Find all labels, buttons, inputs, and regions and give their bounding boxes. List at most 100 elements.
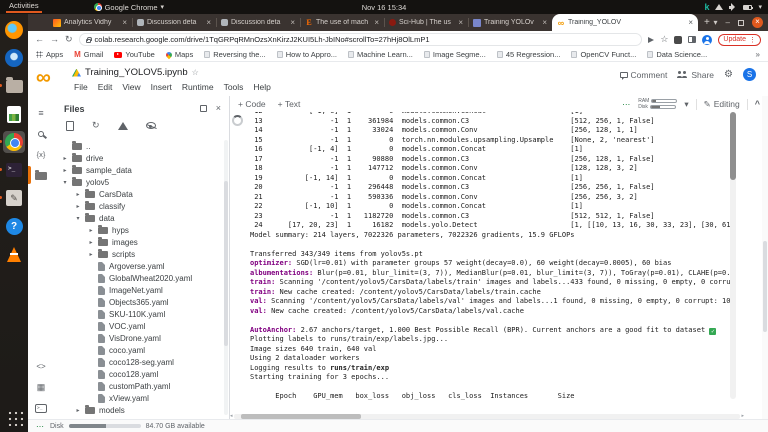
- tree-item-data[interactable]: ▾data: [54, 212, 223, 224]
- clock[interactable]: Nov 16 15:34: [362, 3, 407, 12]
- editing-mode-button[interactable]: ✎ Editing: [704, 99, 740, 110]
- tree-item-voc-yaml[interactable]: VOC.yaml: [54, 320, 223, 332]
- tree-item-sku-110k-yaml[interactable]: SKU-110K.yaml: [54, 308, 223, 320]
- files-scrollbar[interactable]: [224, 140, 228, 415]
- lock-icon[interactable]: [86, 39, 91, 43]
- tree-item-custompath-yaml[interactable]: customPath.yaml: [54, 380, 223, 392]
- tab-close-icon[interactable]: ×: [374, 18, 379, 27]
- profile-avatar[interactable]: [702, 35, 712, 45]
- hide-files-icon[interactable]: [146, 122, 156, 129]
- tree-item-coco-yaml[interactable]: coco.yaml: [54, 344, 223, 356]
- chevron-right-icon[interactable]: ▸: [88, 239, 94, 246]
- refresh-icon[interactable]: ↻: [92, 120, 100, 131]
- maximize-button[interactable]: [738, 20, 744, 26]
- menu-tools[interactable]: Tools: [224, 82, 244, 92]
- upload-icon[interactable]: [66, 121, 74, 131]
- sidebar-code-snippets-icon[interactable]: <>: [28, 356, 54, 377]
- menu-view[interactable]: View: [122, 82, 140, 92]
- menu-file[interactable]: File: [74, 82, 88, 92]
- tab-close-icon[interactable]: ×: [290, 18, 295, 27]
- tab-search-caret-icon[interactable]: ▾: [714, 18, 718, 27]
- sidebar-files-icon[interactable]: [28, 165, 54, 186]
- dock-item-libreoffice-calc[interactable]: [3, 103, 25, 125]
- browser-tab[interactable]: ∞Training_YOLOV×: [552, 14, 698, 31]
- dock-item-chrome[interactable]: [3, 131, 25, 153]
- dock-item-terminal[interactable]: >_: [3, 159, 25, 181]
- address-bar[interactable]: colab.research.google.com/drive/1TqGRPqR…: [79, 33, 643, 46]
- dock-item-text-editor[interactable]: ✎: [3, 187, 25, 209]
- bookmark-item[interactable]: Reversing the...: [204, 50, 266, 59]
- browser-tab[interactable]: Training YOLOv×: [468, 14, 552, 31]
- send-icon[interactable]: [648, 37, 654, 43]
- browser-tab[interactable]: EThe use of mach×: [300, 14, 384, 31]
- update-button[interactable]: Update ⋮: [718, 34, 761, 46]
- account-avatar[interactable]: S: [743, 68, 756, 81]
- chevron-down-icon[interactable]: ▾: [62, 179, 68, 186]
- page-scrollbar[interactable]: [762, 96, 768, 419]
- add-code-button[interactable]: + Code: [238, 99, 266, 109]
- chevron-right-icon[interactable]: ▸: [88, 251, 94, 258]
- chevron-right-icon[interactable]: ▸: [75, 203, 81, 210]
- chevron-right-icon[interactable]: ▸: [75, 407, 81, 414]
- chevron-down-icon[interactable]: ▾: [75, 215, 81, 222]
- tree-item-coco128-yaml[interactable]: coco128.yaml: [54, 368, 223, 380]
- close-window-button[interactable]: ×: [752, 17, 763, 28]
- bookmark-item[interactable]: Apps: [36, 50, 63, 59]
- tree-item-models[interactable]: ▸models: [54, 404, 223, 416]
- colab-logo-icon[interactable]: ∞: [36, 66, 51, 90]
- minimize-button[interactable]: –: [726, 18, 730, 27]
- collapse-output-icon[interactable]: ^: [755, 99, 760, 109]
- tree-item-yolov5[interactable]: ▾yolov5: [54, 176, 223, 188]
- bookmark-item[interactable]: How to Appro...: [277, 50, 337, 59]
- sidebar-terminal-icon[interactable]: >_: [28, 398, 54, 419]
- extension-icon[interactable]: [674, 36, 682, 44]
- tree-item-classify[interactable]: ▸classify: [54, 200, 223, 212]
- tree-item-objects365-yaml[interactable]: Objects365.yaml: [54, 296, 223, 308]
- activities-button[interactable]: Activities: [6, 1, 42, 13]
- tree-item-visdrone-yaml[interactable]: VisDrone.yaml: [54, 332, 223, 344]
- chevron-right-icon[interactable]: ▸: [62, 155, 68, 162]
- dock-item-vlc[interactable]: [3, 243, 25, 265]
- comment-button[interactable]: Comment: [620, 70, 668, 80]
- tree-item-argoverse-yaml[interactable]: Argoverse.yaml: [54, 260, 223, 272]
- bookmark-item[interactable]: 45 Regression...: [497, 50, 561, 59]
- reload-button[interactable]: ↻: [65, 35, 73, 44]
- mount-drive-icon[interactable]: [118, 122, 128, 130]
- forward-button[interactable]: →: [50, 35, 59, 44]
- browser-tab[interactable]: Discussion deta×: [132, 14, 216, 31]
- tab-close-icon[interactable]: ×: [122, 18, 127, 27]
- bookmark-item[interactable]: MGmail: [74, 50, 103, 59]
- tree-item-sample-data[interactable]: ▸sample_data: [54, 164, 223, 176]
- tab-close-icon[interactable]: ×: [688, 18, 693, 27]
- sidebar-table-of-contents-icon[interactable]: ≡: [28, 102, 54, 123]
- more-menu-icon[interactable]: ⋮: [749, 36, 756, 44]
- bookmark-item[interactable]: Data Science...: [647, 50, 707, 59]
- new-tab-button[interactable]: +: [704, 17, 710, 28]
- close-panel-icon[interactable]: ×: [216, 103, 221, 113]
- tree-item-coco128-seg-yaml[interactable]: coco128-seg.yaml: [54, 356, 223, 368]
- bookmark-item[interactable]: YouTube: [114, 50, 154, 59]
- notebook-title[interactable]: Training_YOLOV5.ipynb: [85, 67, 188, 78]
- share-button[interactable]: Share: [677, 70, 714, 80]
- output-vertical-scrollbar[interactable]: [730, 112, 736, 399]
- sidebar-search-icon[interactable]: [28, 123, 54, 144]
- app-menu[interactable]: Google Chrome ▾: [94, 3, 164, 12]
- resource-meters[interactable]: RAM Disk: [638, 99, 677, 110]
- chevron-right-icon[interactable]: ▸: [75, 191, 81, 198]
- bookmark-item[interactable]: Machine Learn...: [348, 50, 413, 59]
- dock-item-help[interactable]: ?: [3, 215, 25, 237]
- bookmark-star-icon[interactable]: ☆: [660, 34, 668, 45]
- add-text-button[interactable]: + Text: [278, 99, 301, 109]
- bookmark-item[interactable]: Image Segme...: [424, 50, 486, 59]
- system-tray[interactable]: k▾: [704, 0, 762, 14]
- tree-item-globalwheat2020-yaml[interactable]: GlobalWheat2020.yaml: [54, 272, 223, 284]
- tab-close-icon[interactable]: ×: [542, 18, 547, 27]
- open-in-tab-icon[interactable]: [200, 105, 207, 112]
- chevron-right-icon[interactable]: ▸: [88, 227, 94, 234]
- dock-item-firefox[interactable]: [3, 19, 25, 41]
- dock-item-files[interactable]: [3, 75, 25, 97]
- bookmarks-overflow-icon[interactable]: »: [756, 50, 760, 59]
- menu-help[interactable]: Help: [253, 82, 270, 92]
- browser-tab[interactable]: Sci-Hub | The us×: [384, 14, 468, 31]
- tree-item-imagenet-yaml[interactable]: ImageNet.yaml: [54, 284, 223, 296]
